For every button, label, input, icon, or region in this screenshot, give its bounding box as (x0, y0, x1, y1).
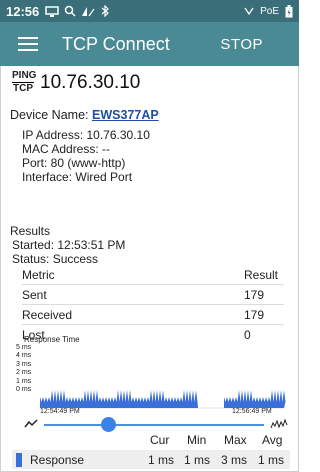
signal-icon (82, 7, 95, 17)
zoom-in-icon[interactable] (270, 418, 288, 430)
y-tick-label: 0 ms (16, 386, 32, 394)
legend-row: Response 1 ms 1 ms 3 ms 1 ms (12, 450, 290, 469)
metrics-header: Metric Result (22, 265, 284, 285)
response-series-area (38, 390, 286, 408)
stat-header-avg: Avg (262, 433, 283, 447)
metrics-table: Metric Result Sent 179 Received 179 Lost… (22, 265, 284, 344)
info-block: IP Address: 10.76.30.10 MAC Address: -- … (22, 128, 150, 184)
y-tick-label: 2 ms (16, 369, 32, 377)
y-tick-label: 4 ms (16, 352, 32, 360)
graph-title: Response Time (24, 335, 80, 344)
metric-value: 0 (244, 327, 251, 342)
device-name-row: Device Name: EWS377AP (10, 108, 159, 122)
stat-header-min: Min (187, 433, 207, 447)
legend-swatch (16, 452, 22, 467)
device-name-label: Device Name: (10, 108, 89, 122)
hamburger-menu-icon[interactable] (18, 37, 38, 51)
metric-name: Received (22, 307, 73, 322)
app-bar: TCP Connect STOP (0, 22, 299, 66)
ethernet-icon (244, 7, 254, 16)
y-tick-label: 5 ms (16, 344, 32, 351)
zoom-out-icon[interactable] (24, 419, 38, 429)
port: Port: 80 (www-http) (22, 156, 126, 170)
stat-header-cur: Cur (150, 433, 170, 447)
stat-value-avg: 1 ms (258, 452, 285, 467)
stat-header-max: Max (224, 433, 247, 447)
stat-value-max: 3 ms (221, 452, 248, 467)
interface: Interface: Wired Port (22, 170, 133, 184)
poe-label: PoE (260, 5, 279, 17)
table-row: Sent 179 (22, 285, 284, 305)
stop-button[interactable]: STOP (220, 36, 263, 53)
graph-time-start: 12:54:49 PM (40, 408, 80, 415)
metric-value: 179 (244, 287, 265, 302)
ping-tcp-logo: PING TCP (12, 70, 37, 94)
battery-icon (285, 4, 293, 17)
table-row: Received 179 (22, 305, 284, 325)
mac-address: MAC Address: -- (22, 142, 111, 156)
results-title: Results (10, 224, 51, 238)
status-text: Status: Success (12, 252, 99, 266)
results-info: Started: 12:53:51 PM Status: Success (12, 238, 125, 266)
app-title: TCP Connect (62, 33, 170, 54)
result-column-header: Result (244, 267, 279, 282)
target-ip: 10.76.30.10 (40, 71, 141, 93)
metric-name: Sent (22, 287, 47, 302)
response-time-graph (38, 390, 286, 409)
graph-time-end: 12:56:49 PM (232, 408, 272, 415)
metric-value: 179 (244, 307, 265, 322)
status-time: 12:56 (6, 3, 40, 19)
target-header: PING TCP 10.76.30.10 (12, 71, 140, 94)
time-slider-handle[interactable] (100, 417, 116, 432)
search-icon (65, 5, 76, 17)
ip-address: IP Address: 10.76.30.10 (22, 128, 150, 142)
time-slider-track[interactable] (44, 424, 264, 426)
metric-column-header: Metric (22, 267, 55, 282)
started-time: Started: 12:53:51 PM (12, 238, 126, 252)
stat-value-cur: 1 ms (148, 452, 175, 467)
graph-y-labels: 5 ms 4 ms 3 ms 2 ms 1 ms 0 ms (16, 344, 31, 394)
device-name-link[interactable]: EWS377AP (92, 108, 159, 122)
bluetooth-icon (101, 5, 110, 17)
display-icon (45, 5, 59, 17)
legend-name: Response (30, 452, 85, 467)
stat-value-min: 1 ms (184, 452, 211, 467)
status-bar: 12:56 PoE (0, 0, 299, 22)
y-tick-label: 3 ms (16, 360, 32, 368)
time-slider-row (0, 416, 299, 434)
y-tick-label: 1 ms (16, 377, 32, 385)
